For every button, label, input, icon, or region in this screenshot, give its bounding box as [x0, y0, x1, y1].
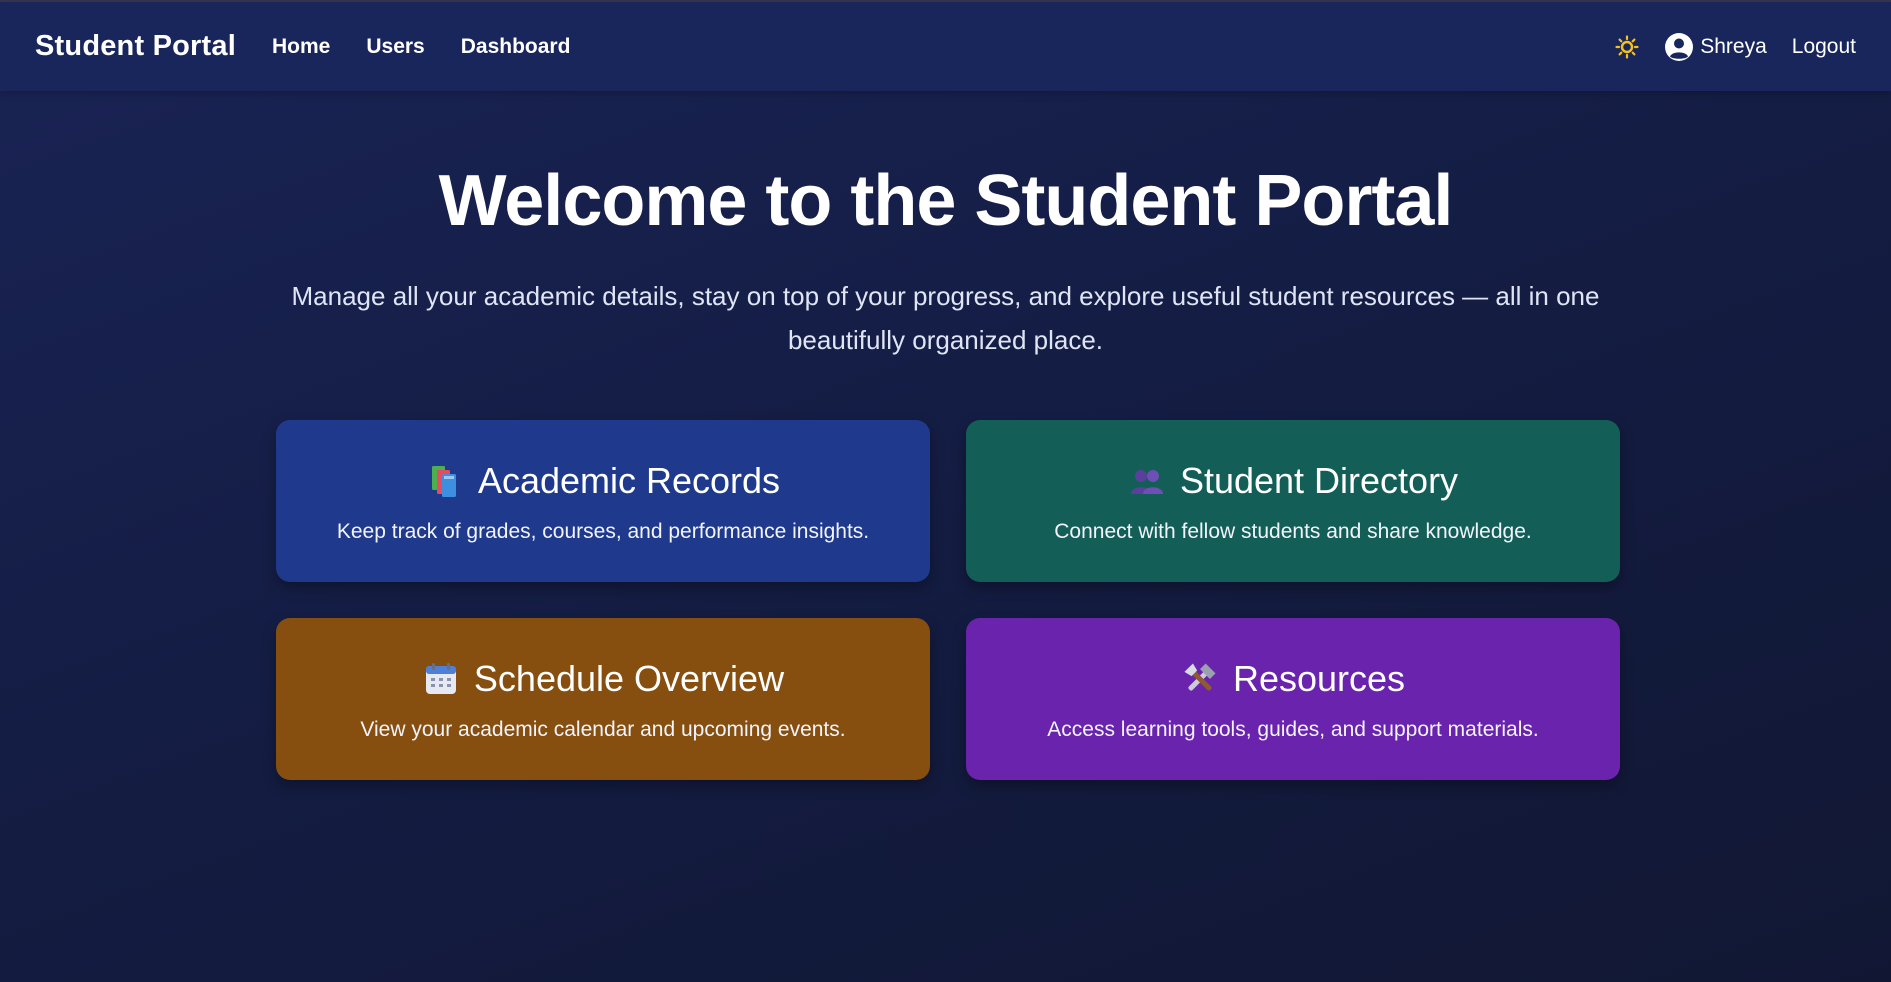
- card-header: Student Directory: [1128, 460, 1458, 502]
- page-subtitle: Manage all your academic details, stay o…: [291, 281, 1600, 355]
- card-description: Access learning tools, guides, and suppo…: [1047, 718, 1539, 741]
- sun-icon[interactable]: [1614, 34, 1640, 60]
- card-student-directory[interactable]: Student Directory Connect with fellow st…: [966, 420, 1620, 582]
- nav-link-dashboard[interactable]: Dashboard: [461, 35, 571, 59]
- card-description: Keep track of grades, courses, and perfo…: [336, 520, 870, 543]
- card-header: Schedule Overview: [422, 658, 784, 700]
- user-name: Shreya: [1700, 34, 1767, 58]
- top-navbar: Student Portal Home Users Dashboard Shre…: [0, 2, 1891, 91]
- card-resources[interactable]: Resources Access learning tools, guides,…: [966, 618, 1620, 780]
- books-icon: [426, 462, 464, 500]
- brand-logo[interactable]: Student Portal: [35, 30, 236, 63]
- card-title: Resources: [1232, 658, 1406, 699]
- card-header: Resources: [1181, 658, 1405, 700]
- user-circle-icon: [1664, 32, 1694, 62]
- nav-links: Home Users Dashboard: [272, 35, 570, 59]
- nav-link-users[interactable]: Users: [366, 35, 424, 59]
- nav-link-home[interactable]: Home: [272, 35, 330, 59]
- card-title: Student Directory: [1179, 460, 1459, 501]
- card-title: Schedule Overview: [473, 658, 785, 699]
- tools-icon: [1181, 660, 1219, 698]
- card-schedule-overview[interactable]: Schedule Overview View your academic cal…: [276, 618, 930, 780]
- card-academic-records[interactable]: Academic Records Keep track of grades, c…: [276, 420, 930, 582]
- user-menu[interactable]: Shreya: [1664, 32, 1767, 62]
- logout-link[interactable]: Logout: [1792, 35, 1856, 59]
- card-title: Academic Records: [477, 460, 781, 501]
- card-description: Connect with fellow students and share k…: [1054, 520, 1532, 543]
- nav-right: Shreya Logout: [1614, 32, 1856, 62]
- people-icon: [1128, 462, 1166, 500]
- card-description: View your academic calendar and upcoming…: [360, 718, 846, 741]
- page-title: Welcome to the Student Portal: [438, 161, 1454, 241]
- calendar-icon: [422, 660, 460, 698]
- card-header: Academic Records: [426, 460, 780, 502]
